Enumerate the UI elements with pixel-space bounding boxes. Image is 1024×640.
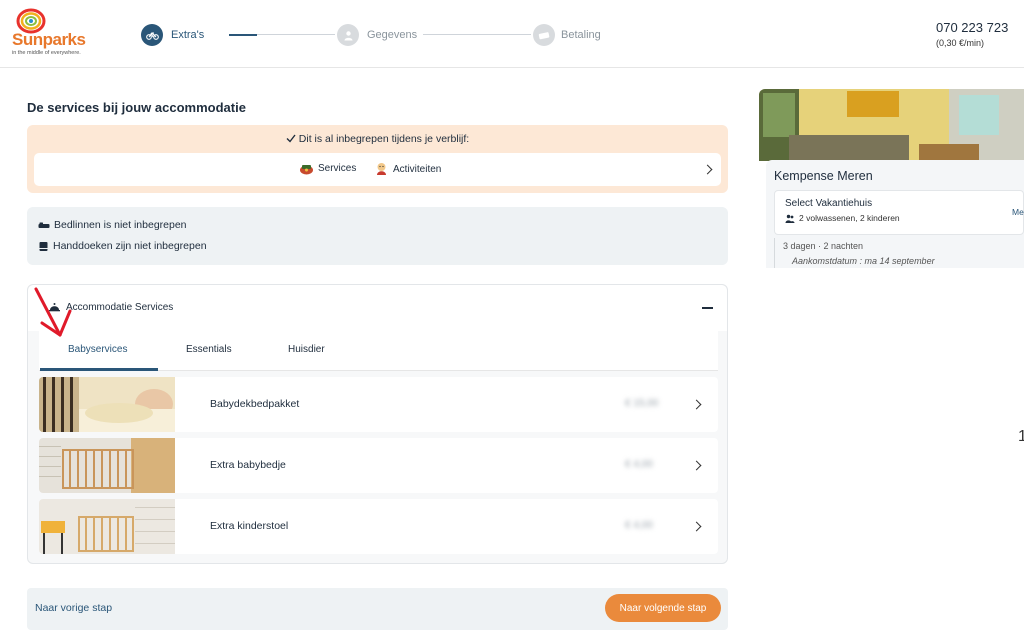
- active-tab-indicator: [40, 368, 158, 371]
- babybedje-photo: [39, 438, 175, 493]
- logo-wordmark: Sunparks: [12, 30, 86, 49]
- more-link[interactable]: Me: [1012, 207, 1024, 217]
- included-heading: Dit is al inbegrepen tijdens je verblijf…: [27, 133, 728, 145]
- previous-step-link[interactable]: Naar vorige stap: [35, 602, 112, 614]
- booking-steps: Extra's Gegevens Betaling: [141, 24, 611, 46]
- chevron-right-icon[interactable]: [691, 399, 702, 410]
- included-card[interactable]: Services Activiteiten: [34, 153, 721, 186]
- towels-notice: Handdoeken zijn niet inbegrepen: [38, 240, 207, 252]
- service-tabs: Babyservices Essentials Huisdier: [39, 331, 718, 371]
- tab-essentials[interactable]: Essentials: [186, 344, 232, 355]
- step-extras-label[interactable]: Extra's: [171, 29, 204, 41]
- towel-icon: [39, 241, 48, 251]
- service-price: € 4,00: [625, 520, 653, 531]
- included-item-label: Activiteiten: [393, 163, 442, 175]
- chevron-right-icon[interactable]: [691, 521, 702, 532]
- arrival-date: Aankomstdatum : ma 14 september: [792, 256, 935, 266]
- bed-icon: [38, 222, 50, 228]
- step-line: [257, 34, 335, 35]
- accommodation-name: Select Vakantiehuis: [785, 198, 873, 209]
- babydekbed-photo: [39, 377, 175, 432]
- step-gegevens[interactable]: [337, 24, 359, 46]
- person-icon: [344, 30, 352, 40]
- guests-icon: [785, 214, 795, 223]
- tab-huisdier[interactable]: Huisdier: [288, 344, 325, 355]
- header: Sunparks in the middle of everywhere. Ex…: [0, 0, 1024, 68]
- services-icon: [300, 165, 313, 175]
- step-line-progress: [229, 34, 257, 36]
- chevron-right-icon[interactable]: [691, 460, 702, 471]
- accommodation-services-header[interactable]: Accommodatie Services: [28, 285, 727, 331]
- accommodation-photo: [759, 89, 1024, 161]
- stay-duration: 3 dagen · 2 nachten: [783, 241, 864, 251]
- step-gegevens-label[interactable]: Gegevens: [367, 29, 417, 41]
- park-name: Kempense Meren: [774, 169, 873, 183]
- service-price: € 4,00: [625, 459, 653, 470]
- edge-glyph: 1: [1018, 428, 1024, 445]
- service-row-extra-kinderstoel[interactable]: Extra kinderstoel € 4,00: [39, 499, 718, 554]
- service-name: Babydekbedpakket: [210, 398, 300, 410]
- included-box: Dit is al inbegrepen tijdens je verblijf…: [27, 125, 728, 193]
- next-step-button[interactable]: Naar volgende stap: [605, 594, 721, 622]
- bedlinen-notice: Bedlinnen is niet inbegrepen: [38, 219, 187, 231]
- contact-phone[interactable]: 070 223 723 (0,30 €/min): [936, 20, 1016, 48]
- red-arrow-annotation: [34, 287, 72, 337]
- checkmark-icon: [286, 134, 296, 143]
- kinderstoel-photo: [39, 499, 175, 554]
- logo-tagline: in the middle of everywhere.: [12, 50, 81, 56]
- not-included-box: Bedlinnen is niet inbegrepen Handdoeken …: [27, 207, 728, 265]
- included-item-services: Services: [299, 162, 356, 175]
- service-price: € 15,00: [625, 398, 659, 409]
- step-navigation: Naar vorige stap Naar volgende stap: [27, 588, 728, 630]
- summary-fade: [759, 268, 1024, 274]
- service-name: Extra kinderstoel: [210, 520, 289, 532]
- chevron-right-icon[interactable]: [702, 164, 713, 175]
- included-item-activities: Activiteiten: [374, 162, 441, 176]
- tab-babyservices[interactable]: Babyservices: [68, 344, 127, 355]
- page-title: De services bij jouw accommodatie: [27, 100, 246, 115]
- bicycle-icon: [145, 32, 159, 40]
- activities-icon: [377, 163, 386, 175]
- guest-count-label: 2 volwassenen, 2 kinderen: [799, 213, 900, 223]
- guest-count: 2 volwassenen, 2 kinderen: [785, 213, 900, 223]
- included-item-label: Services: [318, 163, 357, 174]
- accommodation-services-title: Accommodatie Services: [66, 302, 174, 313]
- sunparks-logo[interactable]: Sunparks in the middle of everywhere.: [12, 8, 102, 60]
- step-line: [423, 34, 531, 35]
- step-extras[interactable]: [141, 24, 163, 46]
- service-row-extra-babybedje[interactable]: Extra babybedje € 4,00: [39, 438, 718, 493]
- collapse-icon[interactable]: [702, 307, 713, 309]
- accommodation-services-panel: Accommodatie Services Babyservices Essen…: [27, 284, 728, 564]
- timeline-line: [774, 238, 775, 272]
- towels-label: Handdoeken zijn niet inbegrepen: [53, 240, 207, 252]
- included-heading-text: Dit is al inbegrepen tijdens je verblijf…: [298, 133, 470, 145]
- step-betaling-label[interactable]: Betaling: [561, 29, 601, 41]
- bedlinen-label: Bedlinnen is niet inbegrepen: [54, 219, 187, 231]
- ticket-icon: [538, 31, 550, 39]
- service-name: Extra babybedje: [210, 459, 286, 471]
- phone-number[interactable]: 070 223 723: [936, 20, 1016, 35]
- step-betaling[interactable]: [533, 24, 555, 46]
- service-row-babydekbedpakket[interactable]: Babydekbedpakket € 15,00: [39, 377, 718, 432]
- phone-rate: (0,30 €/min): [936, 38, 985, 48]
